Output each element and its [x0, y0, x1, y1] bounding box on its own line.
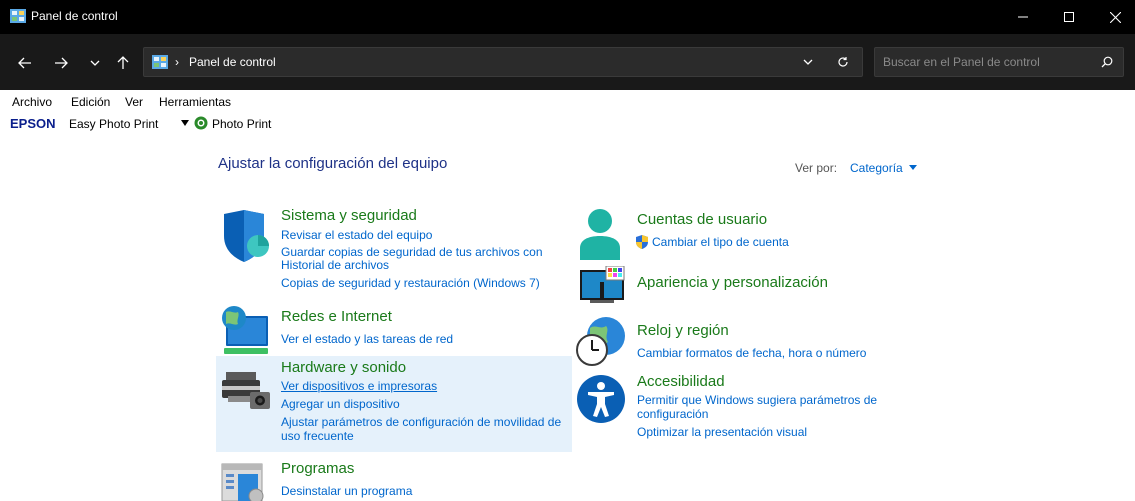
clock-globe-icon[interactable]: [576, 316, 626, 368]
link-review-computer-status[interactable]: Revisar el estado del equipo: [281, 229, 432, 241]
maximize-button[interactable]: [1046, 0, 1092, 34]
back-button[interactable]: [14, 52, 36, 74]
chevron-down-icon: [803, 59, 813, 65]
photo-print-button[interactable]: Photo Print: [212, 117, 271, 131]
address-bar[interactable]: › Panel de control: [143, 47, 863, 77]
caret-down-icon[interactable]: [909, 165, 917, 171]
category-clock-region: Reloj y región Cambiar formatos de fecha…: [572, 314, 928, 368]
link-mobility-settings[interactable]: Ajustar parámetros de configuración de m…: [281, 416, 561, 428]
address-dropdown-button[interactable]: [800, 54, 816, 70]
view-by-label: Ver por:: [795, 161, 838, 175]
easy-photo-print-button[interactable]: Easy Photo Print: [69, 117, 158, 131]
category-hardware-sound: Hardware y sonido Ver dispositivos e imp…: [216, 356, 572, 452]
menu-herramientas[interactable]: Herramientas: [159, 95, 231, 109]
link-optimize-visual-display[interactable]: Optimizar la presentación visual: [637, 426, 807, 438]
link-network-status-tasks[interactable]: Ver el estado y las tareas de red: [281, 333, 453, 345]
menu-edicion[interactable]: Edición: [71, 95, 110, 109]
link-change-account-type[interactable]: Cambiar el tipo de cuenta: [652, 236, 789, 248]
link-mobility-settings-line2[interactable]: uso frecuente: [281, 430, 354, 442]
category-title-clock-region[interactable]: Reloj y región: [637, 322, 729, 339]
close-button[interactable]: [1092, 0, 1135, 34]
search-box: [874, 47, 1124, 77]
window-title: Panel de control: [31, 9, 118, 23]
link-file-history-backup[interactable]: Guardar copias de seguridad de tus archi…: [281, 246, 543, 258]
link-file-history-backup-line2[interactable]: Historial de archivos: [281, 259, 389, 271]
link-backup-restore-win7[interactable]: Copias de seguridad y restauración (Wind…: [281, 277, 540, 289]
link-windows-suggest-settings[interactable]: Permitir que Windows sugiera parámetros …: [637, 394, 877, 406]
category-appearance-personalization: Apariencia y personalización: [572, 262, 928, 308]
link-change-date-time-number-formats[interactable]: Cambiar formatos de fecha, hora o número: [637, 347, 866, 359]
navigation-bar: › Panel de control: [0, 34, 1135, 90]
minimize-button[interactable]: [1000, 0, 1046, 34]
link-devices-printers[interactable]: Ver dispositivos e impresoras: [281, 380, 437, 392]
forward-button[interactable]: [50, 52, 72, 74]
printer-icon[interactable]: [220, 370, 272, 410]
search-button[interactable]: [1099, 54, 1115, 70]
breadcrumb-control-panel[interactable]: Panel de control: [189, 55, 276, 69]
recent-locations-button[interactable]: [84, 52, 106, 74]
accessibility-icon[interactable]: [576, 374, 626, 424]
close-icon: [1109, 11, 1121, 23]
arrow-up-icon: [117, 56, 129, 69]
menu-bar: Archivo Edición Ver Herramientas: [0, 90, 1135, 112]
category-title-accessibility[interactable]: Accesibilidad: [637, 373, 725, 390]
network-globe-icon[interactable]: [218, 306, 270, 356]
maximize-icon: [1064, 12, 1074, 22]
chevron-down-icon: [90, 60, 100, 66]
uac-shield-icon: [636, 235, 648, 249]
page-title: Ajustar la configuración del equipo: [218, 155, 448, 172]
link-uninstall-program[interactable]: Desinstalar un programa: [281, 485, 412, 497]
caret-down-icon[interactable]: [180, 119, 190, 127]
menu-ver[interactable]: Ver: [125, 95, 143, 109]
category-accessibility: Accesibilidad Permitir que Windows sugie…: [572, 370, 928, 454]
category-title-hardware-sound[interactable]: Hardware y sonido: [281, 359, 406, 376]
control-panel-icon: [10, 9, 26, 23]
category-title-appearance-personalization[interactable]: Apariencia y personalización: [637, 274, 828, 291]
category-system-security: Sistema y seguridad Revisar el estado de…: [216, 204, 572, 296]
programs-icon[interactable]: [220, 462, 268, 501]
epson-logo: EPSON: [10, 116, 56, 131]
photo-print-icon: [194, 116, 208, 130]
appearance-monitor-icon[interactable]: [578, 266, 626, 308]
breadcrumb-separator-icon: ›: [175, 55, 179, 69]
link-add-device[interactable]: Agregar un dispositivo: [281, 398, 400, 410]
refresh-button[interactable]: [835, 54, 851, 70]
category-programs: Programas Desinstalar un programa: [216, 456, 572, 501]
arrow-right-icon: [55, 57, 68, 69]
up-button[interactable]: [112, 52, 134, 74]
category-title-network-internet[interactable]: Redes e Internet: [281, 308, 392, 325]
user-icon[interactable]: [578, 208, 622, 260]
category-title-programs[interactable]: Programas: [281, 460, 354, 477]
category-title-user-accounts[interactable]: Cuentas de usuario: [637, 211, 767, 228]
minimize-icon: [1018, 16, 1028, 18]
search-icon: [1101, 56, 1113, 68]
arrow-left-icon: [18, 57, 31, 69]
category-user-accounts: Cuentas de usuario Cambiar el tipo de cu…: [572, 204, 928, 260]
refresh-icon: [838, 57, 848, 67]
menu-archivo[interactable]: Archivo: [12, 95, 52, 109]
category-network-internet: Redes e Internet Ver el estado y las tar…: [216, 304, 572, 354]
title-bar: Panel de control: [0, 0, 1135, 34]
search-input[interactable]: [883, 54, 1083, 70]
category-title-system-security[interactable]: Sistema y seguridad: [281, 207, 417, 224]
epson-toolbar: EPSON Easy Photo Print Photo Print: [0, 112, 1135, 134]
link-windows-suggest-settings-line2[interactable]: configuración: [637, 408, 708, 420]
control-panel-icon: [152, 55, 168, 69]
shield-icon[interactable]: [220, 210, 270, 262]
view-by-dropdown[interactable]: Categoría: [850, 161, 903, 175]
